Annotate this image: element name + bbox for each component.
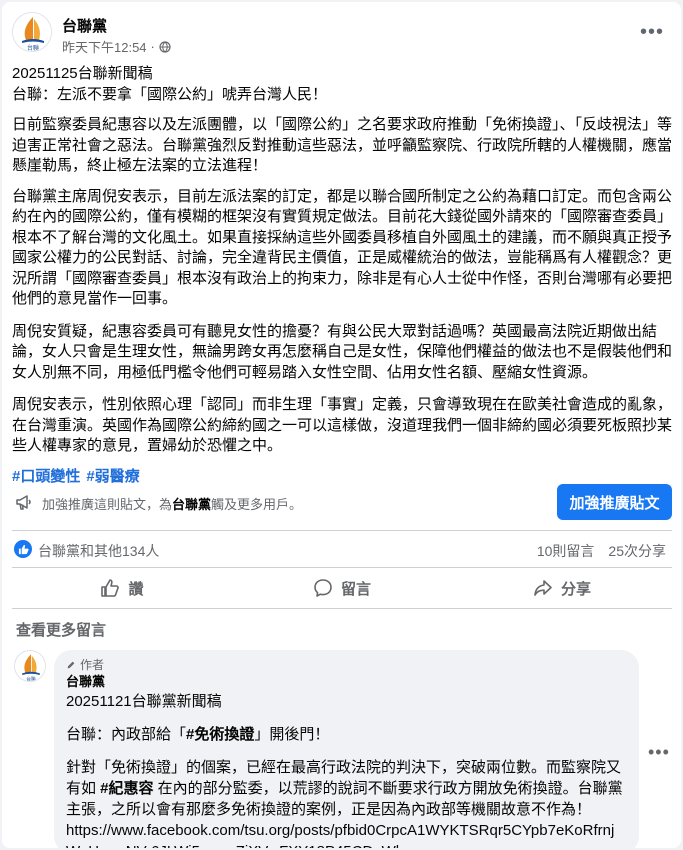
- comment-button-label: 留言: [340, 580, 371, 598]
- author-badge-label: 作者: [80, 658, 105, 672]
- boost-promo-text: 加強推廣這則貼文，為台聯黨觸及更多用戶。: [42, 497, 303, 512]
- engagement-stats: 台聯黨和其他134人 10則留言 25次分享: [12, 538, 672, 562]
- author-badge: 作者: [66, 657, 627, 673]
- globe-icon[interactable]: [159, 40, 171, 53]
- comment-more-options-icon[interactable]: •••: [648, 742, 670, 763]
- svg-text:台聯: 台聯: [27, 44, 39, 52]
- like-button[interactable]: 讚: [12, 572, 232, 604]
- like-button-label: 讚: [128, 580, 144, 598]
- view-more-comments-link[interactable]: 查看更多留言: [16, 619, 106, 640]
- thumbs-up-icon: [101, 579, 120, 597]
- post-headline-title: 台聯：左派不要拿「國際公約」唬弄台灣人民！: [12, 85, 328, 103]
- share-button-label: 分享: [560, 580, 591, 598]
- shares-count[interactable]: 25次分享: [608, 541, 666, 561]
- divider: [12, 530, 672, 531]
- comment-line: 20251121台聯黨新聞稿: [66, 693, 222, 710]
- meta-separator: ·: [150, 39, 155, 54]
- post-header: 台聯 台聯黨 昨天下午12:54 · •••: [12, 12, 672, 58]
- post-paragraph: 日前監察委員紀惠容以及左派團體，以「國際公約」之名要求政府推動「免術換證」、「反…: [12, 116, 673, 174]
- commenter-name[interactable]: 台聯黨: [66, 673, 627, 691]
- megaphone-icon: [16, 495, 31, 510]
- tsu-logo-icon: 台聯: [13, 13, 51, 52]
- divider: [12, 567, 672, 568]
- post-actions: 讚 留言 分享: [12, 572, 672, 604]
- reactions-count[interactable]: 台聯黨和其他134人: [38, 541, 159, 561]
- pencil-icon: [67, 661, 75, 669]
- divider: [12, 608, 672, 609]
- boost-post-button[interactable]: 加強推廣貼文: [557, 484, 672, 520]
- post-meta: 昨天下午12:54 ·: [62, 37, 171, 56]
- like-reaction-icon[interactable]: [14, 540, 32, 558]
- post-paragraph: 20251125台聯新聞稿 台聯：左派不要拿「國際公約」唬弄台灣人民！: [12, 64, 672, 105]
- share-arrow-icon: [534, 580, 552, 596]
- comment-bubble-icon: [314, 579, 332, 597]
- post-body: 20251125台聯新聞稿 台聯：左派不要拿「國際公約」唬弄台灣人民！ 日前監察…: [12, 64, 672, 487]
- post-timestamp[interactable]: 昨天下午12:54: [62, 37, 147, 56]
- post-paragraph: 周倪安質疑，紀惠容委員可有聽見女性的擔憂？有與公民大眾對話過嗎？英國最高法院近期…: [12, 322, 673, 381]
- post-headline-date: 20251125台聯新聞稿: [12, 65, 153, 82]
- hashtag-link[interactable]: #免術換證: [186, 726, 254, 743]
- post-more-options-icon[interactable]: •••: [638, 18, 666, 46]
- comment-button[interactable]: 留言: [232, 572, 452, 604]
- stats-counts: 10則留言 25次分享: [537, 541, 666, 561]
- comment-link[interactable]: https://www.facebook.com/tsu.org/posts/p…: [66, 822, 614, 848]
- comment-body: 針對「免術換證」的個案，已經在最高行政法院的判決下，突破兩位數。而監察院又有如 …: [66, 757, 627, 848]
- commenter-avatar[interactable]: 台聯: [14, 650, 46, 682]
- comments-count[interactable]: 10則留言: [537, 541, 595, 561]
- comment-bubble: 作者 台聯黨 20251121台聯黨新聞稿 台聯：內政部給「#免術換證」開後門！…: [54, 650, 639, 848]
- tsu-logo-icon: 台聯: [15, 651, 45, 681]
- hashtag-link[interactable]: #紀惠容: [100, 780, 153, 797]
- share-button[interactable]: 分享: [452, 572, 672, 604]
- boost-promo-bar: 加強推廣這則貼文，為台聯黨觸及更多用戶。 加強推廣貼文: [12, 482, 672, 524]
- page-name[interactable]: 台聯黨: [62, 15, 107, 36]
- post-paragraph: 周倪安表示，性別依照心理「認同」而非生理「事實」定義，只會導致現在在歐美社會造成…: [12, 396, 673, 454]
- post-card: 台聯 台聯黨 昨天下午12:54 · ••• 20251125台聯新聞稿 台聯：…: [2, 2, 681, 848]
- comment-title: 台聯：內政部給「#免術換證」開後門！: [66, 726, 330, 743]
- page-avatar[interactable]: 台聯: [12, 12, 52, 52]
- post-paragraph: 台聯黨主席周倪安表示，目前左派法案的訂定，都是以聯合國所制定之公約為藉口訂定。而…: [12, 187, 673, 308]
